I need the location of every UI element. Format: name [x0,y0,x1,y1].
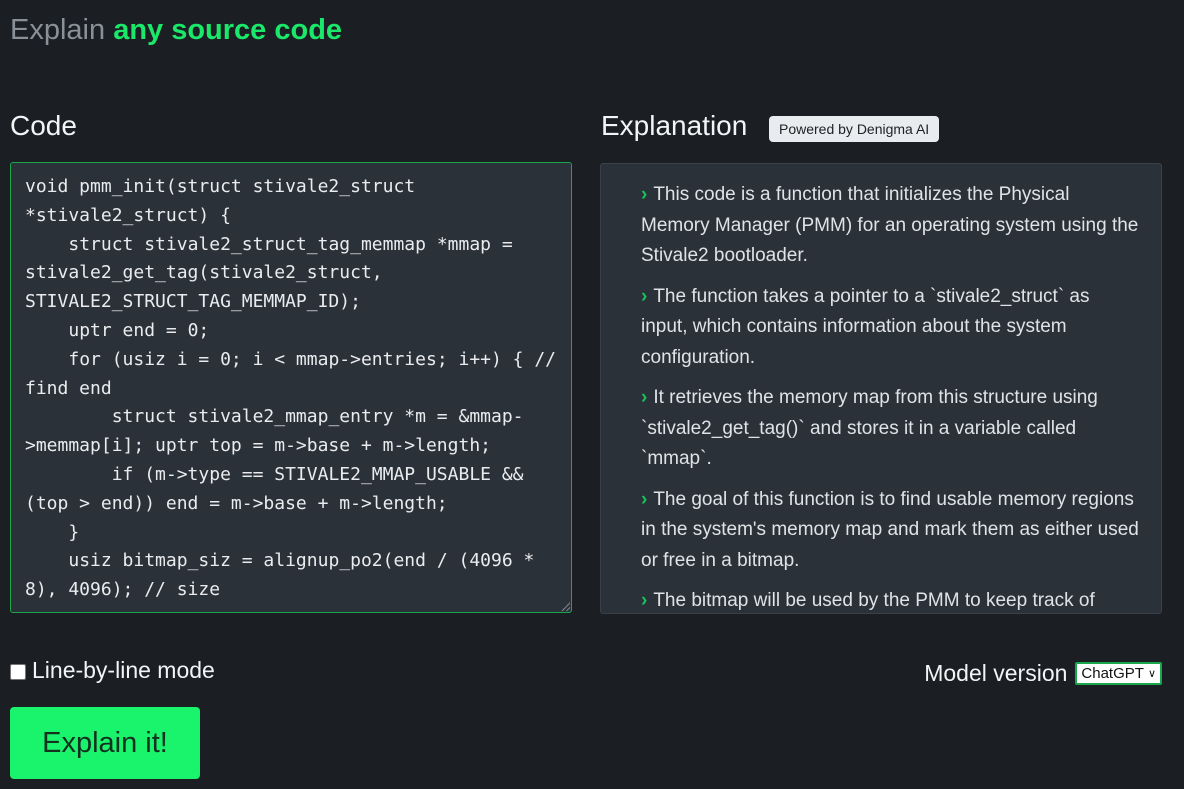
explanation-item: › This code is a function that initialize… [641,180,1141,272]
code-input-text[interactable]: void pmm_init(struct stivale2_struct *st… [11,163,571,612]
code-input[interactable]: void pmm_init(struct stivale2_struct *st… [10,162,572,613]
explanation-item: › The bitmap will be used by the PMM to k… [641,586,1141,613]
explanation-panel-title: Explanation [601,110,748,141]
explanation-item-text: The bitmap will be used by the PMM to ke… [653,590,1095,611]
chevron-down-icon[interactable]: ∨ [1148,667,1156,680]
resize-grip-icon[interactable] [561,602,570,611]
model-version-select[interactable]: ChatGPT ∨ [1075,662,1162,685]
explanation-item-text: The goal of this function is to find usa… [641,488,1139,571]
code-panel-title: Code [10,110,77,141]
model-version-label: Model version [924,660,1068,686]
explanation-item: › The goal of this function is to find us… [641,485,1141,577]
page: Explain any source code Code Explanation… [0,0,1184,789]
model-version-value[interactable]: ChatGPT [1081,665,1144,682]
explanation-item: › The function takes a pointer to a `stiv… [641,282,1141,374]
headline-highlight: any source code [113,14,343,46]
headline-prefix: Explain [10,14,106,46]
explanation-item: › It retrieves the memory map from this s… [641,383,1141,475]
page-headline: Explain any source code [10,14,342,47]
chevron-right-icon: › [641,488,648,510]
chevron-right-icon: › [641,184,648,205]
explanation-item-text: The function takes a pointer to a `stiva… [641,285,1090,368]
line-by-line-checkbox[interactable] [10,663,26,680]
explanation-output: › This code is a function that initialize… [600,163,1162,614]
chevron-right-icon: › [641,387,648,408]
powered-by-badge: Powered by Denigma AI [769,116,940,142]
explanation-item-text: It retrieves the memory map from this st… [641,387,1098,469]
chevron-right-icon: › [641,285,648,307]
explanation-item-text: This code is a function that initializes… [641,184,1139,266]
chevron-right-icon: › [641,590,648,611]
model-version-control: Model version ChatGPT ∨ [924,660,1162,687]
line-by-line-label[interactable]: Line-by-line mode [32,657,215,684]
explain-button[interactable]: Explain it! [10,707,200,779]
line-by-line-option[interactable]: Line-by-line mode [10,657,215,684]
